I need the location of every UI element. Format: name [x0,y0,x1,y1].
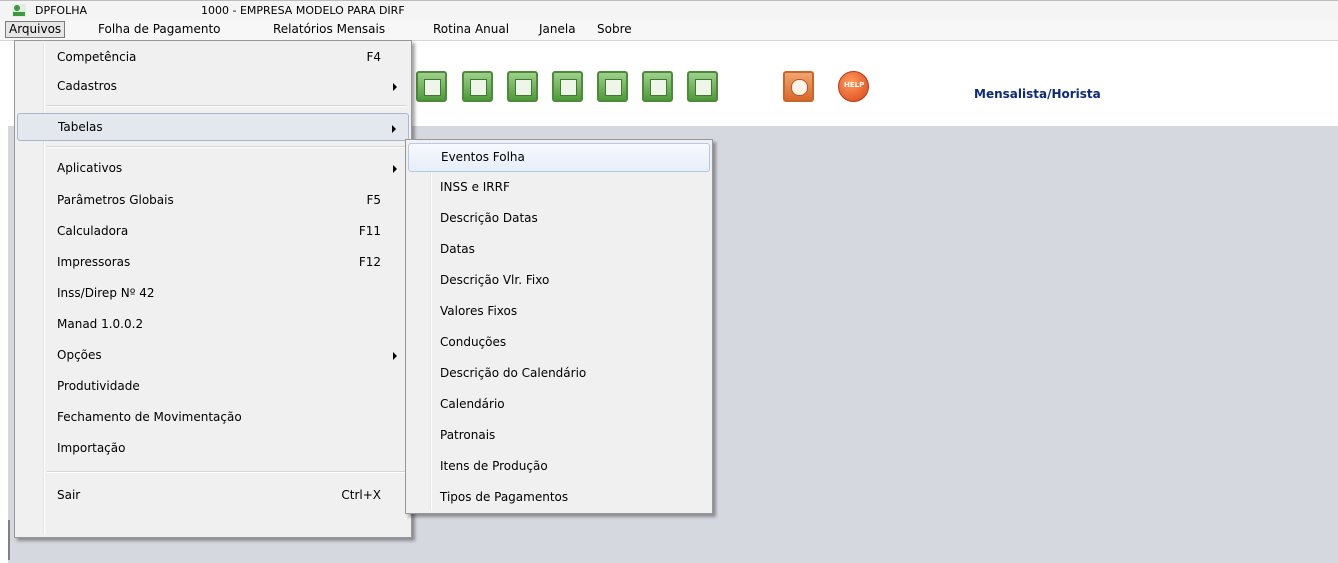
submenu-arrow-icon [393,83,397,91]
submenu-item-conducoes[interactable]: Conduções [408,328,710,357]
submenu-item-descricao-vlr-fixo[interactable]: Descrição Vlr. Fixo [408,266,710,295]
toolbar-button-1[interactable] [416,71,447,102]
menu-item-cadastros[interactable]: Cadastros [17,72,409,100]
printer-icon [560,79,577,96]
menu-relatorios-mensais[interactable]: Relatórios Mensais [270,21,388,38]
menu-folha-de-pagamento[interactable]: Folha de Pagamento [95,21,223,38]
menu-item-produtividade[interactable]: Produtividade [17,372,409,400]
menu-item-calculadora[interactable]: Calculadora F11 [17,217,409,245]
menu-sobre[interactable]: Sobre [594,21,635,38]
edit-icon [650,79,667,96]
menu-item-label: Sair [57,488,81,502]
submenu-arrow-icon [392,125,396,133]
submenu-item-eventos-folha[interactable]: Eventos Folha [408,143,710,172]
menu-item-inss-direp[interactable]: Inss/Direp Nº 42 [17,279,409,307]
menu-item-label: Parâmetros Globais [57,193,174,207]
menu-item-tabelas[interactable]: Tabelas [17,113,409,141]
submenu-item-patronais[interactable]: Patronais [408,421,710,450]
menu-item-aplicativos[interactable]: Aplicativos [17,154,409,182]
menu-item-label: Competência [57,50,137,64]
menu-item-label: Manad 1.0.0.2 [57,317,144,331]
sheet-icon [424,79,441,96]
help-label: HELP [844,81,865,89]
menu-item-label: Aplicativos [57,161,123,175]
menu-item-label: Fechamento de Movimentação [57,410,242,424]
app-name: DPFOLHA [35,4,88,17]
app-icon [12,4,26,17]
menu-item-shortcut: F5 [366,193,381,207]
menu-item-label: Importação [57,441,126,455]
submenu-item-valores-fixos[interactable]: Valores Fixos [408,297,710,326]
menu-item-shortcut: F12 [358,255,381,269]
submenu-item-descricao-datas[interactable]: Descrição Datas [408,204,710,233]
menu-item-impressoras[interactable]: Impressoras F12 [17,248,409,276]
submenu-arrow-icon [393,352,397,360]
menu-item-label: Opções [57,348,102,362]
menu-arquivos[interactable]: Arquivos [5,21,66,38]
submenu-arrow-icon [393,165,397,173]
toolbar-button-3[interactable] [507,71,538,102]
submenu-item-inss-irrf[interactable]: INSS e IRRF [408,173,710,202]
menu-item-competencia[interactable]: Competência F4 [17,43,409,71]
toolbar-button-4[interactable] [552,71,583,102]
company-name: 1000 - EMPRESA MODELO PARA DIRF [201,4,405,17]
search-icon [695,79,712,96]
menu-item-label: Impressoras [57,255,131,269]
menu-item-label: Calculadora [57,224,129,238]
chat-icon [791,79,808,96]
menu-item-shortcut: F11 [358,224,381,238]
menu-item-sair[interactable]: Sair Ctrl+X [17,481,409,509]
menu-item-label: Cadastros [57,79,117,93]
sheet-icon [515,79,532,96]
tabelas-submenu: Eventos Folha INSS e IRRF Descrição Data… [405,139,713,514]
toolbar-button-7[interactable] [687,71,718,102]
menu-item-label: Tabelas [58,120,103,134]
menu-item-manad[interactable]: Manad 1.0.0.2 [17,310,409,338]
menu-item-opcoes[interactable]: Opções [17,341,409,369]
toolbar-button-2[interactable] [462,71,493,102]
menu-item-shortcut: F4 [366,50,381,64]
title-bar: DPFOLHA 1000 - EMPRESA MODELO PARA DIRF [0,0,1338,20]
menu-separator [47,105,407,107]
menu-separator [47,146,407,148]
mode-label: Mensalista/Horista [974,87,1101,101]
submenu-item-datas[interactable]: Datas [408,235,710,264]
arquivos-menu: Competência F4 Cadastros Tabelas Aplicat… [14,40,412,538]
submenu-item-calendario[interactable]: Calendário [408,390,710,419]
menu-separator [47,471,407,473]
menu-item-importacao[interactable]: Importação [17,434,409,462]
help-button[interactable]: HELP [838,71,869,102]
submenu-item-itens-producao[interactable]: Itens de Produção [408,452,710,481]
menu-item-shortcut: Ctrl+X [341,488,381,502]
sheet-icon [470,79,487,96]
workspace-edge [8,520,10,560]
toolbar-button-5[interactable] [597,71,628,102]
menu-bar: Arquivos Folha de Pagamento Relatórios M… [0,20,1338,41]
menu-janela[interactable]: Janela [536,21,579,38]
submenu-item-tipos-pagamentos[interactable]: Tipos de Pagamentos [408,483,710,512]
menu-rotina-anual[interactable]: Rotina Anual [430,21,512,38]
menu-item-parametros-globais[interactable]: Parâmetros Globais F5 [17,186,409,214]
menu-item-label: Produtividade [57,379,140,393]
submenu-item-descricao-calendario[interactable]: Descrição do Calendário [408,359,710,388]
calculator-icon [605,79,622,96]
menu-item-fechamento[interactable]: Fechamento de Movimentação [17,403,409,431]
chat-button[interactable] [783,71,814,102]
toolbar-button-6[interactable] [642,71,673,102]
menu-item-label: Inss/Direp Nº 42 [57,286,155,300]
